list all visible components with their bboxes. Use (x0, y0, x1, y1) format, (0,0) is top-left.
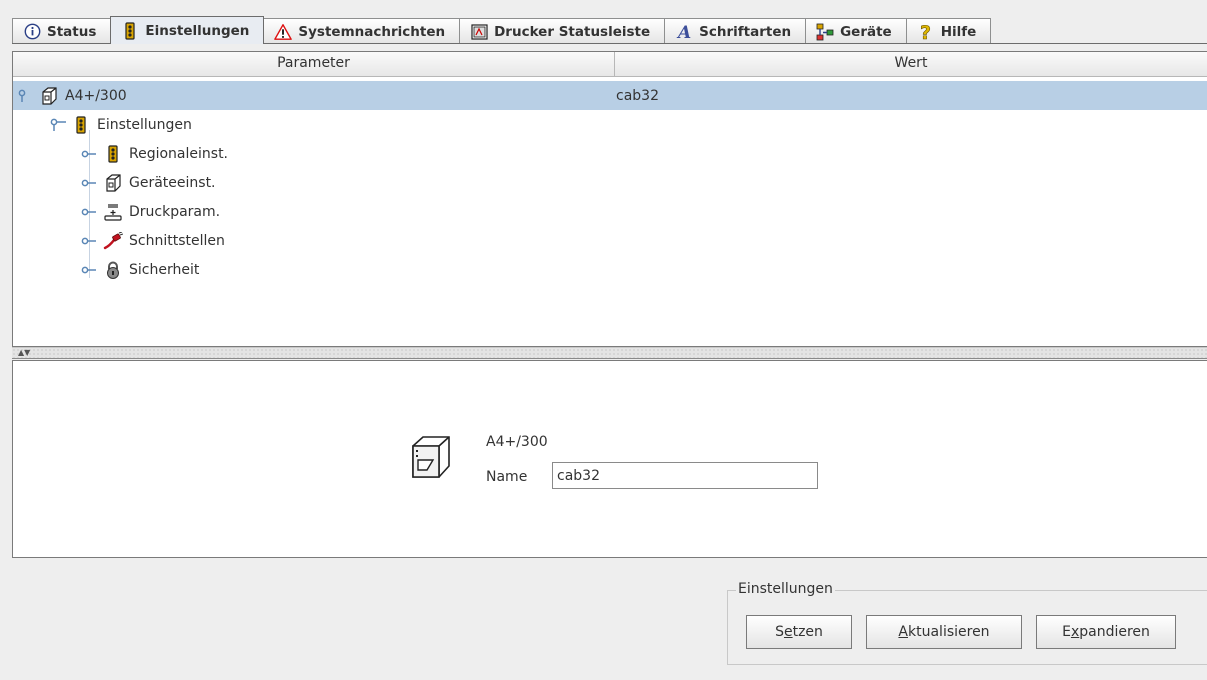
tree-node-label: Sicherheit (129, 261, 200, 278)
cable-plug-icon (103, 231, 123, 251)
detail-panel: A4+/300 Name (12, 360, 1207, 558)
tree-node-value: cab32 (616, 87, 659, 104)
tree-node-label: Druckparam. (129, 203, 221, 220)
parameter-tree-table: Parameter Wert A4+/300 cab32 Einstellung… (12, 51, 1207, 347)
tree-row-geraeteeinst[interactable]: Geräteeinst. (13, 168, 1207, 197)
tab-hilfe[interactable]: ? Hilfe (905, 18, 992, 44)
padlock-icon (103, 260, 123, 280)
tab-label: Geräte (840, 23, 892, 40)
tab-strip: Status Einstellungen Systemnachrichten D… (0, 0, 1207, 46)
tree-node-label: Schnittstellen (129, 232, 225, 249)
button-mnemonic: A (898, 624, 908, 640)
tab-label: Hilfe (940, 23, 977, 40)
tree-cell: Druckparam. (81, 202, 220, 222)
button-label-post: pandieren (1079, 624, 1150, 640)
font-icon: A (675, 23, 693, 41)
name-label: Name (486, 469, 528, 485)
tab-label: Drucker Statusleiste (494, 23, 651, 40)
tree-row-root[interactable]: A4+/300 cab32 (13, 81, 1207, 110)
button-mnemonic: x (1070, 624, 1080, 640)
name-input[interactable] (552, 462, 818, 489)
setzen-button[interactable]: Se tzen (746, 615, 852, 649)
tab-list: Status Einstellungen Systemnachrichten D… (12, 16, 992, 44)
tree-collapsed-handle-icon[interactable] (81, 205, 99, 219)
tab-label: Systemnachrichten (298, 23, 446, 40)
printer-icon (39, 86, 59, 106)
tree-row-druckparam[interactable]: Druckparam. (13, 197, 1207, 226)
warning-icon (274, 23, 293, 41)
device-title: A4+/300 (486, 434, 548, 450)
expandieren-button[interactable]: Ex pandieren (1036, 615, 1176, 649)
tab-drucker-statusleiste[interactable]: Drucker Statusleiste (459, 18, 666, 44)
print-head-icon (103, 202, 123, 222)
traffic-light-icon (71, 115, 91, 135)
tree-collapsed-handle-icon[interactable] (81, 234, 99, 248)
tree-node-label: Regionaleinst. (129, 145, 229, 162)
printer-icon (103, 173, 123, 193)
tree-cell: Einstellungen (49, 115, 192, 135)
button-mnemonic: e (783, 624, 793, 640)
column-header-wert[interactable]: Wert (615, 52, 1207, 76)
tab-label: Status (47, 23, 97, 40)
tree-expanded-handle-icon[interactable] (49, 118, 67, 132)
tab-systemnachrichten[interactable]: Systemnachrichten (263, 18, 461, 44)
button-label-post: tzen (792, 624, 823, 640)
tree-cell: Sicherheit (81, 260, 199, 280)
column-header-parameter[interactable]: Parameter (13, 52, 615, 76)
info-icon (23, 23, 41, 41)
button-label-post: ktualisieren (908, 624, 990, 640)
traffic-light-icon (103, 144, 123, 164)
tab-status[interactable]: Status (12, 18, 112, 44)
printer-large-icon (407, 434, 453, 484)
tab-geraete[interactable]: Geräte (805, 18, 907, 44)
tab-label: Schriftarten (699, 23, 792, 40)
tree-node-label: Geräteeinst. (129, 174, 216, 191)
svg-text:?: ? (920, 22, 931, 42)
traffic-light-icon (121, 21, 139, 40)
tree-node-label: Einstellungen (97, 116, 192, 133)
table-header: Parameter Wert (13, 52, 1207, 77)
tree-expanded-handle-icon[interactable] (17, 89, 35, 103)
group-legend: Einstellungen (736, 581, 835, 597)
button-label-pre: S (775, 624, 784, 640)
tab-schriftarten[interactable]: A Schriftarten (664, 18, 807, 44)
aktualisieren-button[interactable]: Aktualisieren (866, 615, 1022, 649)
button-label-pre: E (1062, 624, 1071, 640)
help-icon: ? (917, 22, 935, 42)
printer-status-icon (470, 23, 488, 41)
tree-row-schnittstellen[interactable]: Schnittstellen (13, 226, 1207, 255)
tree-cell: Regionaleinst. (81, 144, 228, 164)
tree-node-label: A4+/300 (65, 87, 127, 104)
tree-collapsed-handle-icon[interactable] (81, 263, 99, 277)
tree-cell: A4+/300 (17, 86, 127, 106)
split-pane-divider[interactable]: ▲▼ (12, 347, 1207, 359)
svg-text:A: A (676, 23, 691, 41)
tab-einstellungen[interactable]: Einstellungen (110, 16, 265, 44)
tree-cell: Schnittstellen (81, 231, 225, 251)
tree-row-einstellungen[interactable]: Einstellungen (13, 110, 1207, 139)
einstellungen-group: Einstellungen Se tzen Aktualisieren Ex pan… (727, 581, 1207, 665)
tree-collapsed-handle-icon[interactable] (81, 147, 99, 161)
tab-label: Einstellungen (145, 22, 250, 39)
tree-collapsed-handle-icon[interactable] (81, 176, 99, 190)
tree-cell: Geräteeinst. (81, 173, 216, 193)
devices-icon (816, 23, 834, 41)
tree-row-sicherheit[interactable]: Sicherheit (13, 255, 1207, 284)
tree-row-regionaleinst[interactable]: Regionaleinst. (13, 139, 1207, 168)
split-arrows-icon[interactable]: ▲▼ (18, 349, 30, 357)
